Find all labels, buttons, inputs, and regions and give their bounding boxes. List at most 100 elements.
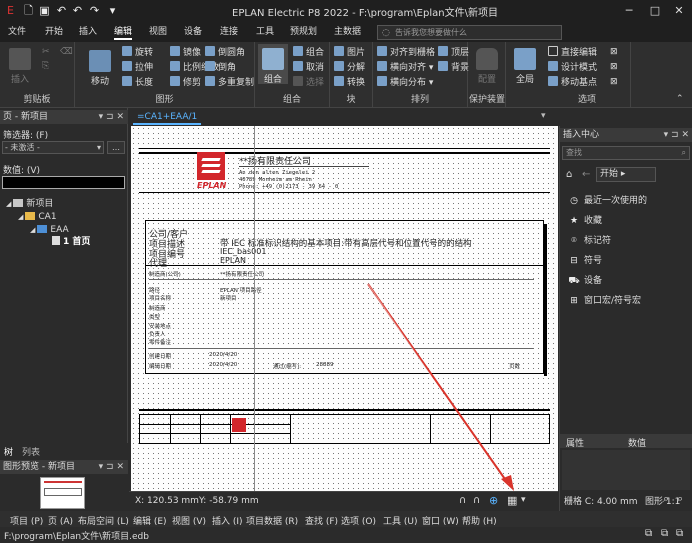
tab-start[interactable]: 开始 (45, 25, 63, 40)
tree-node-page-1[interactable]: 1 首页 (52, 236, 90, 248)
align-grid-button[interactable]: 对齐到栅格 (377, 46, 435, 58)
macros-item[interactable]: ⊞ 窗口宏/符号宏 (568, 294, 641, 308)
save-icon[interactable]: ▣ (38, 4, 51, 17)
customize-icon[interactable]: ▾ (106, 4, 119, 17)
option-x-icon[interactable]: ⊠ (610, 46, 618, 58)
configure-button[interactable]: 配置 (472, 48, 502, 85)
ungroup-button[interactable]: 取消 (293, 61, 324, 73)
filter-more-button[interactable]: … (107, 141, 125, 154)
filter-select[interactable]: - 未激活 - ▾ (2, 141, 104, 154)
menu-insert[interactable]: 插入 (I) (212, 514, 243, 527)
tab-device[interactable]: 设备 (184, 25, 202, 40)
chamfer-button[interactable]: 倒角 (205, 61, 236, 73)
grid-icon[interactable]: ▦ (507, 494, 517, 507)
crosshair-icon[interactable]: ⊕ (489, 494, 498, 507)
menu-page[interactable]: 页 (A) (48, 514, 73, 527)
favorites-item[interactable]: ★ 收藏 (568, 214, 602, 228)
new-file-icon[interactable]: 🗋 (22, 4, 35, 17)
convert-button[interactable]: 转换 (334, 76, 365, 88)
tab-list[interactable]: 列表 (22, 445, 40, 458)
design-mode-button[interactable]: 设计模式 (548, 61, 597, 73)
multi-copy-button[interactable]: 多重复制 (205, 76, 254, 88)
picture-button[interactable]: 图片 (334, 46, 365, 58)
undo-list-icon[interactable]: ↶ (71, 4, 84, 17)
recent-used-item[interactable]: ◷ 最近一次使用的 (568, 194, 647, 208)
menu-project[interactable]: 项目 (P) (10, 514, 43, 527)
redo-icon[interactable]: ↷ (88, 4, 101, 17)
move-base-point-button[interactable]: 移动基点 (548, 76, 597, 88)
home-icon[interactable]: ⌂ (566, 169, 572, 180)
tab-tree[interactable]: 树 (4, 445, 13, 458)
menu-help[interactable]: 帮助 (H) (462, 514, 497, 527)
horizontal-align-button[interactable]: 横向对齐 ▾ (377, 61, 433, 73)
value-input[interactable] (2, 176, 125, 189)
stretch-button[interactable]: 拉伸 (122, 61, 153, 73)
tab-menu-icon[interactable]: ▾ (541, 111, 546, 121)
status-icon-c[interactable]: ⧉ (676, 528, 683, 539)
close-button[interactable]: ✕ (666, 0, 692, 22)
grid-dropdown-icon[interactable]: ▾ (521, 495, 526, 505)
back-icon[interactable]: ← (582, 169, 590, 180)
paste-button[interactable]: 插入 (6, 48, 34, 85)
move-button[interactable]: 移动 (85, 50, 115, 87)
format-painter-icon[interactable]: ⌫ (60, 46, 73, 58)
horizontal-distribute-button[interactable]: 横向分布 ▾ (377, 76, 433, 88)
panel-controls[interactable]: ▾ ⊐ ✕ (99, 110, 124, 124)
status-icon-a[interactable]: ⧉ (645, 528, 652, 539)
devices-item[interactable]: ⛟ 设备 (568, 274, 602, 288)
fillet-button[interactable]: 倒圆角 (205, 46, 245, 58)
direct-edit-button[interactable]: 直接编辑 (548, 46, 597, 58)
tree-node-eaa[interactable]: ◢ EAA (30, 224, 69, 236)
markers-item[interactable]: ⌾ 标记符 (568, 234, 611, 248)
search-input[interactable]: ◌ 告诉我您想要做什么 (377, 25, 562, 40)
tab-edit[interactable]: 编辑 (114, 25, 133, 40)
tree-node-project[interactable]: ◢ 新项目 (6, 198, 53, 210)
rotate-button[interactable]: 旋转 (122, 46, 153, 58)
tab-preplanning[interactable]: 预规划 (290, 25, 317, 40)
background-button[interactable]: 背景 (438, 61, 469, 73)
menu-view[interactable]: 视图 (V) (172, 514, 206, 527)
collapse-ribbon-icon[interactable]: ⌃ (676, 94, 684, 104)
select-group-button[interactable]: 选择 (293, 76, 324, 88)
menu-window[interactable]: 窗口 (W) (422, 514, 459, 527)
menu-find[interactable]: 查找 (F) (305, 514, 338, 527)
copy-icon[interactable]: ⎘ (42, 60, 49, 72)
tab-view[interactable]: 视图 (149, 25, 167, 40)
zoom-in-icon[interactable]: ⌕ (663, 492, 669, 506)
menu-edit[interactable]: 编辑 (E) (133, 514, 167, 527)
maximize-button[interactable]: □ (642, 0, 668, 22)
tab-file[interactable]: 文件 (8, 25, 26, 40)
top-layer-button[interactable]: 顶层 (438, 46, 469, 58)
zoom-out-icon[interactable]: ⌕ (677, 492, 683, 506)
ortho-icon[interactable]: ∩ (473, 495, 480, 506)
global-button[interactable]: 全局 (510, 48, 540, 85)
panel-controls[interactable]: ▾ ⊐ ✕ (664, 128, 689, 142)
undo-icon[interactable]: ↶ (55, 4, 68, 17)
drawing-canvas[interactable]: EPLAN **扬有限责任公司 An den alten Ziegelei 2 … (131, 126, 558, 491)
group-big-button[interactable]: 组合 (258, 44, 288, 85)
tree-node-ca1[interactable]: ◢ CA1 (18, 211, 57, 223)
option-z-icon[interactable]: ⊠ (610, 76, 618, 88)
tab-tools[interactable]: 工具 (256, 25, 274, 40)
minimize-button[interactable]: ─ (616, 0, 642, 22)
menu-options[interactable]: 选项 (O) (341, 514, 376, 527)
menu-project-data[interactable]: 项目数据 (R) (246, 514, 298, 527)
length-button[interactable]: 长度 (122, 76, 153, 88)
menu-tools[interactable]: 工具 (U) (383, 514, 417, 527)
tab-connect[interactable]: 连接 (220, 25, 238, 40)
explode-button[interactable]: 分解 (334, 61, 365, 73)
option-y-icon[interactable]: ⊠ (610, 61, 618, 73)
panel-controls[interactable]: ▾ ⊐ ✕ (99, 460, 124, 474)
mirror-button[interactable]: 镜像 (170, 46, 201, 58)
breadcrumb[interactable]: 开始 ▸ (596, 167, 656, 182)
tab-insert[interactable]: 插入 (79, 25, 97, 40)
tab-master-data[interactable]: 主数据 (334, 25, 361, 40)
magnet-icon[interactable]: ∩ (459, 495, 466, 506)
status-icon-b[interactable]: ⧉ (661, 528, 668, 539)
menu-layout-space[interactable]: 布局空间 (L) (78, 514, 129, 527)
symbols-item[interactable]: ⊟ 符号 (568, 254, 602, 268)
trim-button[interactable]: 修剪 (170, 76, 201, 88)
document-tab[interactable]: =CA1+EAA/1 (133, 110, 202, 125)
insert-search-input[interactable]: 查找 ⌕ (562, 146, 690, 160)
cut-icon[interactable]: ✂ (42, 46, 50, 58)
